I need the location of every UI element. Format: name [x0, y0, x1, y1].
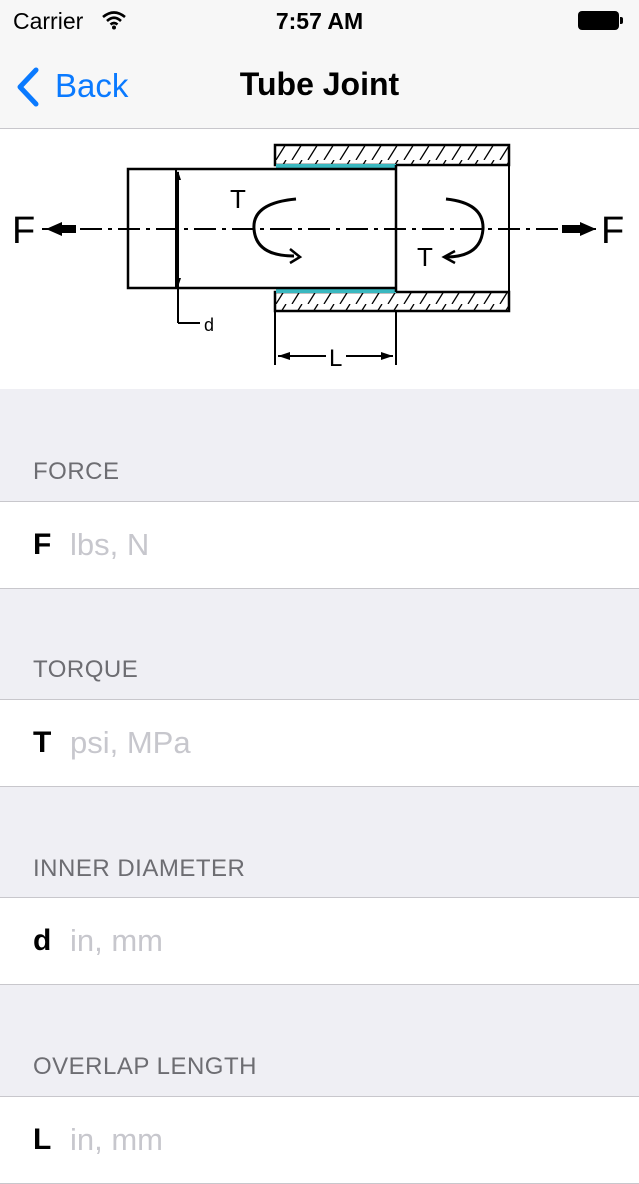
battery-icon: [578, 11, 624, 30]
torque-section-header: TORQUE: [33, 656, 139, 683]
tube-joint-diagram: F F T T d L: [0, 129, 639, 389]
diameter-label: d: [204, 315, 214, 335]
status-time: 7:57 AM: [275, 8, 364, 34]
torque-row: T: [0, 699, 639, 787]
torque-left-label: T: [230, 184, 246, 214]
inner-diameter-section-header: INNER DIAMETER: [33, 855, 246, 882]
length-label: L: [329, 345, 342, 372]
force-section-header: FORCE: [33, 458, 120, 485]
force-left-label: F: [12, 210, 35, 252]
page-title: Tube Joint: [239, 66, 400, 102]
inner-diameter-symbol: d: [33, 924, 52, 957]
force-row: F: [0, 501, 639, 589]
force-symbol: F: [33, 528, 52, 561]
overlap-length-row: L: [0, 1096, 639, 1184]
status-bar: Carrier 7:57 AM: [0, 0, 639, 42]
torque-input[interactable]: [70, 716, 610, 770]
overlap-length-section-header: OVERLAP LENGTH: [33, 1053, 257, 1080]
force-input[interactable]: [70, 518, 610, 572]
outer-tube-bottom-wall: [273, 290, 511, 313]
torque-right-label: T: [417, 242, 433, 272]
inner-diameter-row: d: [0, 897, 639, 985]
overlap-length-input[interactable]: [70, 1113, 610, 1167]
torque-symbol: T: [33, 726, 52, 759]
overlap-length-symbol: L: [33, 1123, 52, 1156]
outer-tube-top-wall: [273, 143, 511, 167]
force-right-label: F: [601, 210, 624, 252]
navigation-bar: Back Tube Joint: [0, 42, 639, 129]
inner-diameter-input[interactable]: [70, 914, 610, 968]
tube-joint-drawing: F F T T d L: [12, 143, 624, 372]
